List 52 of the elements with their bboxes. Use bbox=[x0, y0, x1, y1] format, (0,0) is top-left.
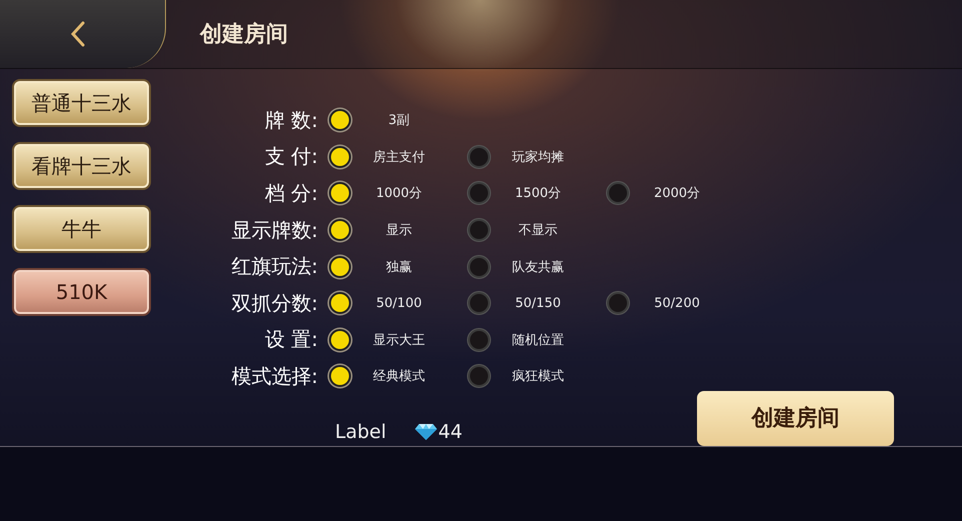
create-room-button[interactable]: 创建房间 bbox=[697, 390, 894, 446]
option-label: 1500分 bbox=[514, 185, 562, 202]
game-tab[interactable]: 看牌十三水 bbox=[12, 142, 151, 190]
option-label: 不显示 bbox=[518, 222, 558, 240]
option-label: 队友共赢 bbox=[511, 258, 565, 276]
setting-label: 显示牌数: bbox=[230, 216, 318, 244]
option-label: 玩家均摊 bbox=[511, 148, 565, 166]
radio-button[interactable] bbox=[468, 256, 490, 278]
setting-label: 红旗玩法: bbox=[230, 253, 318, 280]
option-label: 50/200 bbox=[653, 296, 701, 311]
option-label: 独赢 bbox=[385, 258, 413, 276]
option-label: 经典模式 bbox=[372, 368, 426, 386]
radio-button[interactable] bbox=[468, 292, 490, 314]
setting-label: 设 置: bbox=[264, 326, 318, 354]
radio-button[interactable] bbox=[468, 219, 490, 242]
option-label: 显示 bbox=[385, 222, 413, 240]
game-tab[interactable]: 普通十三水 bbox=[12, 79, 151, 127]
setting-label: 牌 数: bbox=[264, 106, 318, 134]
setting-label: 双抓分数: bbox=[230, 290, 318, 317]
cost-label: Label bbox=[335, 421, 386, 444]
option-label: 疯狂模式 bbox=[511, 368, 565, 386]
radio-button[interactable] bbox=[329, 146, 351, 168]
option-label: 房主支付 bbox=[372, 148, 426, 166]
option-label: 50/100 bbox=[375, 296, 423, 311]
option-label: 1000分 bbox=[374, 185, 424, 202]
radio-button[interactable] bbox=[607, 182, 629, 204]
radio-button[interactable] bbox=[329, 182, 351, 204]
radio-button[interactable] bbox=[329, 109, 351, 132]
window-title: 创建房间 bbox=[200, 20, 288, 49]
setting-label: 支 付: bbox=[264, 143, 318, 170]
setting-label: 模式选择: bbox=[230, 362, 318, 390]
diamond-count: 44 bbox=[438, 421, 462, 444]
radio-button[interactable] bbox=[468, 365, 490, 388]
option-label: 显示大王 bbox=[372, 332, 426, 349]
option-label: 3副 bbox=[387, 112, 411, 130]
radio-button[interactable] bbox=[329, 219, 351, 242]
back-chevron-icon bbox=[70, 21, 86, 47]
setting-label: 档 分: bbox=[264, 180, 318, 207]
option-label: 50/150 bbox=[514, 296, 562, 311]
radio-button[interactable] bbox=[468, 182, 490, 204]
radio-button[interactable] bbox=[468, 146, 490, 168]
game-tab[interactable]: 510K bbox=[12, 268, 151, 316]
radio-button[interactable] bbox=[329, 365, 351, 388]
game-tab[interactable]: 牛牛 bbox=[12, 205, 151, 253]
radio-button[interactable] bbox=[329, 292, 351, 314]
option-label: 随机位置 bbox=[511, 332, 565, 349]
radio-button[interactable] bbox=[329, 256, 351, 278]
radio-button[interactable] bbox=[329, 328, 351, 351]
radio-button[interactable] bbox=[607, 292, 629, 314]
radio-button[interactable] bbox=[468, 328, 490, 351]
diamond-icon bbox=[414, 423, 438, 442]
option-label: 2000分 bbox=[652, 185, 702, 202]
